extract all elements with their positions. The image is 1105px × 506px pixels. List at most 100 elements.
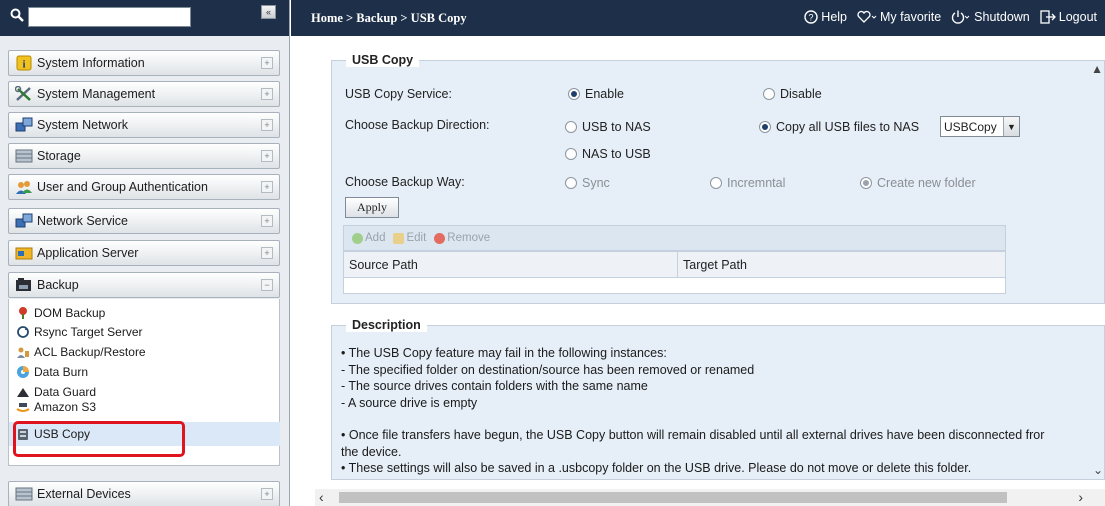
scroll-down-icon[interactable]: ⌄ [1093,463,1103,477]
expand-icon[interactable]: + [261,247,273,259]
description-line: the device. [341,444,402,459]
description-line: • The USB Copy feature may fail in the f… [341,346,667,360]
remove-icon [434,232,446,244]
menu-system-network[interactable]: System Network + [8,112,280,138]
create-new-folder-radio[interactable]: Create new folder [860,176,976,190]
scroll-right-icon[interactable]: › [1078,489,1083,505]
column-header-target-path[interactable]: Target Path [678,252,747,277]
collapse-icon[interactable]: − [261,279,273,291]
data-guard-icon [15,385,31,399]
horizontal-scrollbar[interactable]: ‹ › [315,489,1105,506]
users-icon [15,179,33,195]
nas-to-usb-radio[interactable]: NAS to USB [565,147,651,161]
usb-to-nas-radio[interactable]: USB to NAS [565,120,651,134]
folder-select[interactable]: USBCopy ▼ [940,116,1020,137]
description-line: • Once file transfers have begun, the US… [341,428,1045,442]
menu-external-devices[interactable]: External Devices + [8,481,280,506]
radio-label: NAS to USB [582,147,651,161]
collapse-sidebar-button[interactable]: « [261,5,276,19]
enable-radio[interactable]: Enable [568,87,624,101]
expand-icon[interactable]: + [261,181,273,193]
radio-label: USB to NAS [582,120,651,134]
logout-icon [1040,10,1056,24]
main-content: USB Copy USB Copy Service: Enable Disabl… [291,36,1105,506]
expand-icon[interactable]: + [261,215,273,227]
description-panel: Description • The USB Copy feature may f… [331,318,1105,480]
scrollbar-thumb[interactable] [339,492,1007,503]
expand-icon[interactable]: + [261,119,273,131]
expand-icon[interactable]: + [261,57,273,69]
radio-label: Create new folder [877,176,976,190]
usb-copy-panel: USB Copy USB Copy Service: Enable Disabl… [331,53,1105,304]
scroll-left-icon[interactable]: ‹ [319,489,324,505]
radio-icon [565,121,577,133]
my-favorite-button[interactable]: My favorite [857,10,941,24]
menu-system-information[interactable]: i System Information + [8,50,280,76]
favorite-label: My favorite [880,10,942,24]
sidebar-item-dom-backup[interactable]: DOM Backup [15,303,105,323]
external-devices-icon [15,486,33,502]
help-icon: ? [804,10,818,24]
sidebar-item-amazon-s3[interactable]: Amazon S3 [15,400,96,415]
search-icon [10,8,24,22]
incremental-radio[interactable]: Incremntal [710,176,785,190]
add-button[interactable]: Add [352,232,385,244]
shutdown-button[interactable]: Shutdown [951,10,1030,24]
tools-icon [15,86,33,102]
sidebar-item-data-guard[interactable]: Data Guard [15,382,96,402]
svg-text:?: ? [809,13,814,23]
radio-icon [565,177,577,189]
menu-backup[interactable]: Backup − [8,272,280,298]
menu-label: System Network [37,118,128,132]
edit-button[interactable]: Edit [393,232,426,244]
scroll-up-icon[interactable]: ▲ [1091,62,1103,76]
shutdown-label: Shutdown [974,10,1030,24]
menu-system-management[interactable]: System Management + [8,81,280,107]
menu-network-service[interactable]: Network Service + [8,208,280,234]
logout-label: Logout [1058,10,1097,24]
menu-label: System Information [37,56,145,70]
panel-title: USB Copy [346,53,420,67]
sidebar-item-label: Data Burn [34,365,89,379]
amazon-s3-icon [15,400,31,414]
sidebar-item-label: Amazon S3 [34,400,97,414]
search-input[interactable] [28,7,191,27]
rsync-icon [15,325,31,339]
sync-radio[interactable]: Sync [565,176,610,190]
sidebar-item-data-burn[interactable]: Data Burn [15,362,88,382]
breadcrumb[interactable]: Home > Backup > USB Copy [311,11,467,26]
logout-button[interactable]: Logout [1040,10,1097,24]
menu-application-server[interactable]: Application Server + [8,240,280,266]
copy-all-radio[interactable]: Copy all USB files to NAS [759,120,919,134]
expand-icon[interactable]: + [261,488,273,500]
topbar: Home > Backup > USB Copy ? Help My favor… [291,0,1105,36]
direction-label: Choose Backup Direction: [345,118,490,132]
remove-button[interactable]: Remove [434,232,490,244]
help-label: Help [821,10,848,24]
grid-header: Source Path Target Path [343,251,1006,278]
column-header-source-path[interactable]: Source Path [344,252,678,277]
sidebar-item-rsync-target-server[interactable]: Rsync Target Server [15,322,143,342]
radio-label: Copy all USB files to NAS [776,120,920,134]
apply-button[interactable]: Apply [345,197,399,218]
panel-title: Description [346,318,427,332]
selection-highlight-box [13,421,185,457]
heart-icon [857,10,877,23]
radio-selected-icon [759,121,771,133]
expand-icon[interactable]: + [261,88,273,100]
remove-label: Remove [447,232,491,244]
disable-radio[interactable]: Disable [763,87,822,101]
expand-icon[interactable]: + [261,150,273,162]
sidebar-item-acl-backup-restore[interactable]: ACL Backup/Restore [15,342,146,362]
chevron-down-icon[interactable]: ▼ [1003,117,1019,136]
menu-label: User and Group Authentication [37,180,208,194]
sidebar-item-label: ACL Backup/Restore [34,345,146,359]
radio-selected-icon [860,177,872,189]
menu-storage[interactable]: Storage + [8,143,280,169]
menu-user-group-authentication[interactable]: User and Group Authentication + [8,174,280,200]
edit-label: Edit [406,232,427,244]
radio-icon [763,88,775,100]
help-button[interactable]: ? Help [804,10,847,24]
sidebar-item-label: DOM Backup [34,306,106,320]
app-server-icon [15,245,33,261]
